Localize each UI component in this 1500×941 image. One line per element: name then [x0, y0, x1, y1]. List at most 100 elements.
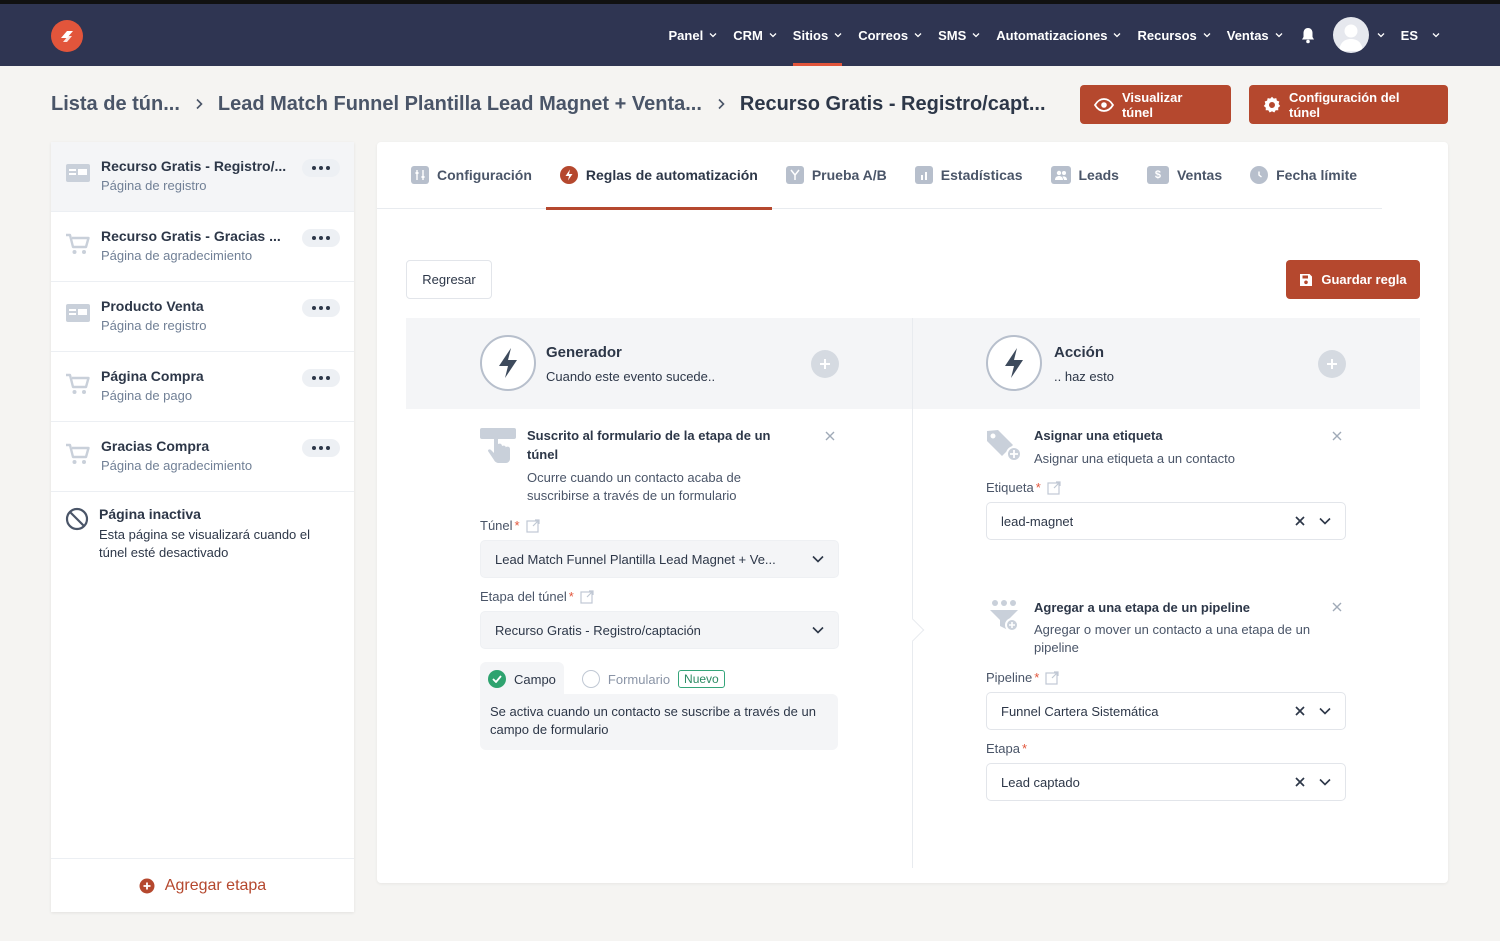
- funnel-steps-sidebar: Recurso Gratis - Registro/... Página de …: [51, 142, 354, 912]
- user-menu[interactable]: [1325, 4, 1393, 66]
- stage-label-text: Etapa: [986, 741, 1020, 756]
- add-trigger-button[interactable]: [811, 350, 839, 378]
- preview-funnel-label: Visualizar túnel: [1121, 89, 1183, 120]
- funnel-select[interactable]: Lead Match Funnel Plantilla Lead Magnet …: [480, 540, 839, 578]
- plus-icon: [820, 359, 830, 369]
- new-badge: Nuevo: [678, 670, 725, 688]
- chevron-down-icon: [1319, 778, 1331, 786]
- bolt-icon: [480, 335, 536, 391]
- chevron-down-icon: [1432, 33, 1440, 38]
- automation-rules-card: Configuración Reglas de automatización P…: [377, 142, 1448, 883]
- nav-automatizaciones[interactable]: Automatizaciones: [988, 4, 1129, 66]
- inactive-page-item[interactable]: Página inactiva Esta página se visualiza…: [51, 492, 354, 562]
- option-campo[interactable]: Campo: [480, 662, 564, 696]
- step-menu-button[interactable]: [302, 369, 340, 387]
- step-menu-button[interactable]: [302, 439, 340, 457]
- stage-select[interactable]: Lead captado: [986, 763, 1346, 801]
- external-link-icon[interactable]: [1045, 670, 1059, 685]
- nav-sms[interactable]: SMS: [930, 4, 988, 66]
- hand-pointer-icon: [480, 428, 516, 463]
- cart-icon: [66, 373, 90, 394]
- sliders-icon: [411, 166, 429, 184]
- tab-configuracion[interactable]: Configuración: [397, 142, 546, 209]
- external-link-icon[interactable]: [525, 518, 540, 533]
- step-subtitle: Página de registro: [101, 178, 207, 193]
- form-page-icon: [66, 304, 90, 322]
- plus-circle-icon: [139, 878, 155, 893]
- tab-prueba-ab[interactable]: Prueba A/B: [772, 142, 901, 209]
- step-text: Producto Venta Página de registro: [101, 298, 207, 333]
- close-icon[interactable]: [1331, 430, 1343, 442]
- tag-select-value: lead-magnet: [1001, 513, 1074, 529]
- step-item[interactable]: Recurso Gratis - Gracias ... Página de a…: [51, 212, 354, 282]
- funnel-settings-button[interactable]: Configuración del túnel: [1249, 85, 1448, 124]
- tab-reglas[interactable]: Reglas de automatización: [545, 142, 772, 210]
- action-subtitle: .. haz esto: [1054, 369, 1114, 384]
- chevron-down-icon: [1203, 33, 1211, 38]
- step-title: Producto Venta: [101, 298, 204, 314]
- step-item[interactable]: Recurso Gratis - Registro/... Página de …: [51, 142, 354, 212]
- breadcrumb: Lista de tún... Lead Match Funnel Planti…: [51, 90, 1046, 118]
- funnel-label-text: Túnel: [480, 518, 513, 533]
- save-rule-button[interactable]: Guardar regla: [1286, 260, 1420, 299]
- nav-panel[interactable]: Panel: [661, 4, 726, 66]
- chevron-down-icon: [972, 33, 980, 38]
- clear-icon[interactable]: [1295, 777, 1305, 787]
- nav-correos[interactable]: Correos: [850, 4, 930, 66]
- close-icon[interactable]: [1331, 601, 1343, 613]
- tab-estadisticas[interactable]: Estadísticas: [901, 142, 1037, 209]
- nav-ventas[interactable]: Ventas: [1219, 4, 1291, 66]
- clear-icon[interactable]: [1295, 706, 1305, 716]
- breadcrumb-funnel-list[interactable]: Lista de tún...: [51, 93, 180, 116]
- inactive-text: Página inactiva Esta página se visualiza…: [99, 506, 329, 562]
- pipeline-select[interactable]: Funnel Cartera Sistemática: [986, 692, 1346, 730]
- clear-icon[interactable]: [1295, 516, 1305, 526]
- option-formulario[interactable]: Formulario Nuevo: [574, 662, 733, 696]
- tag-select[interactable]: lead-magnet: [986, 502, 1346, 540]
- step-menu-button[interactable]: [302, 159, 340, 177]
- step-item[interactable]: Producto Venta Página de registro: [51, 282, 354, 352]
- close-icon[interactable]: [824, 430, 836, 442]
- tab-label: Reglas de automatización: [585, 167, 758, 183]
- bolt-icon: [986, 335, 1042, 391]
- action-title: Acción: [1054, 344, 1105, 361]
- external-link-icon[interactable]: [580, 589, 594, 604]
- back-button[interactable]: Regresar: [406, 260, 492, 299]
- pipeline-users-icon: [990, 600, 1019, 632]
- bolt-icon: [559, 166, 578, 184]
- step-menu-button[interactable]: [302, 299, 340, 317]
- step-text: Gracias Compra Página de agradecimiento: [101, 438, 252, 473]
- step-text: Recurso Gratis - Registro/... Página de …: [101, 158, 286, 193]
- main-nav: Panel CRM Sitios Correos SMS Automatizac…: [661, 4, 1449, 66]
- app-logo[interactable]: [51, 20, 83, 52]
- step-item[interactable]: Gracias Compra Página de agradecimiento: [51, 422, 354, 492]
- tab-fecha-limite[interactable]: Fecha límite: [1236, 142, 1371, 209]
- inactive-title: Página inactiva: [99, 506, 201, 522]
- option-formulario-label: Formulario: [607, 671, 671, 687]
- nav-crm[interactable]: CRM: [725, 4, 785, 66]
- nav-label: Recursos: [1137, 27, 1197, 43]
- breadcrumb-funnel[interactable]: Lead Match Funnel Plantilla Lead Magnet …: [218, 93, 702, 116]
- action-header: Acción .. haz esto: [913, 318, 1420, 409]
- preview-funnel-button[interactable]: Visualizar túnel: [1080, 85, 1231, 124]
- chevron-down-icon: [769, 33, 777, 38]
- tab-leads[interactable]: Leads: [1037, 142, 1133, 209]
- nav-sitios[interactable]: Sitios: [785, 4, 850, 66]
- nav-recursos[interactable]: Recursos: [1129, 4, 1218, 66]
- trigger-block-title: Suscrito al formulario de la etapa de un…: [527, 428, 771, 462]
- chevron-down-icon: [1319, 517, 1331, 525]
- notifications-bell-icon[interactable]: [1291, 4, 1325, 66]
- tag-field-label: Etiqueta *: [986, 480, 1061, 495]
- external-link-icon[interactable]: [1047, 480, 1061, 495]
- chevron-down-icon: [709, 33, 717, 38]
- add-step-button[interactable]: Agregar etapa: [51, 858, 354, 912]
- add-action-button[interactable]: [1318, 350, 1346, 378]
- step-item[interactable]: Página Compra Página de pago: [51, 352, 354, 422]
- step-menu-button[interactable]: [302, 229, 340, 247]
- cart-icon: [66, 443, 90, 464]
- language-selector[interactable]: ES: [1393, 4, 1448, 66]
- funnel-step-select[interactable]: Recurso Gratis - Registro/captación: [480, 611, 839, 649]
- avatar: [1332, 17, 1369, 53]
- step-text: Página Compra Página de pago: [101, 368, 204, 403]
- tab-ventas[interactable]: $ Ventas: [1133, 142, 1236, 209]
